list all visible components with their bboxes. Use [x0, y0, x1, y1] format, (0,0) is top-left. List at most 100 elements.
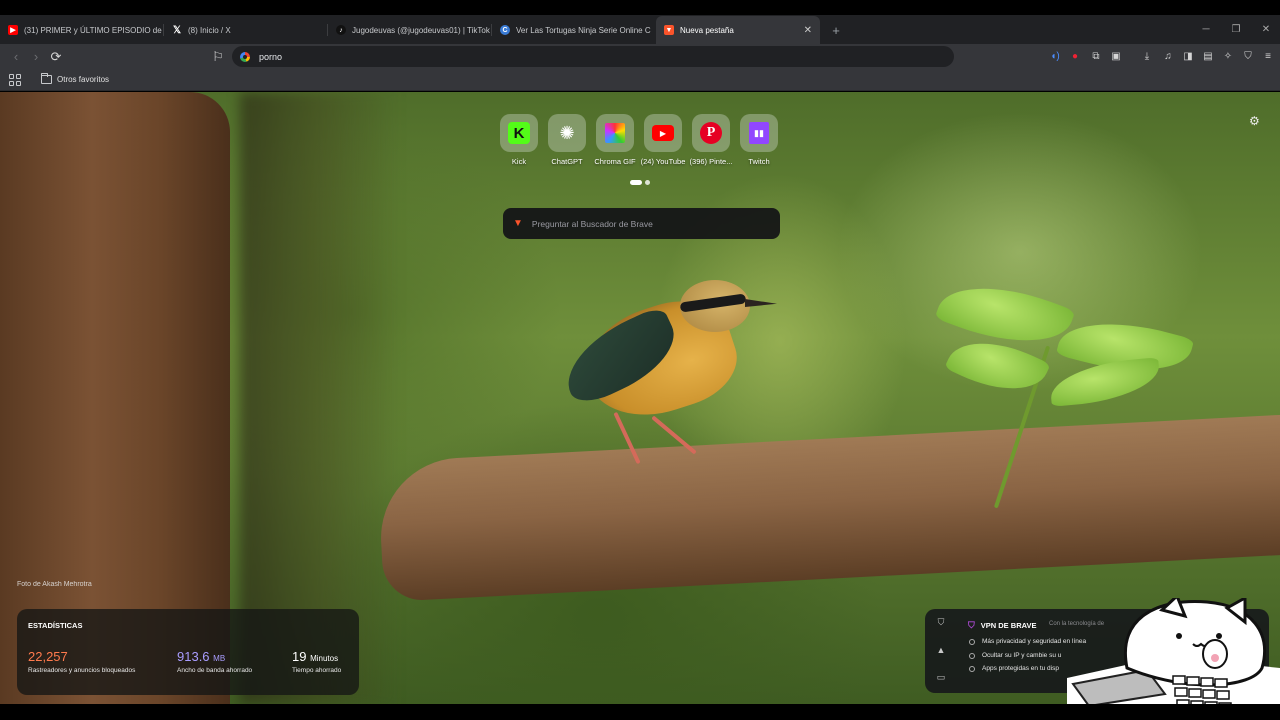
- tab-x[interactable]: 𝕏 (8) Inicio / X: [164, 16, 328, 44]
- leo-ai-icon[interactable]: ✧: [1220, 48, 1236, 64]
- bandwidth-unit: MB: [213, 654, 226, 663]
- top-site-chroma-gif[interactable]: Chroma GIF: [594, 114, 636, 166]
- address-input[interactable]: [259, 51, 859, 62]
- page-dot[interactable]: [645, 180, 650, 185]
- bird-beak: [745, 299, 777, 307]
- top-sites-pagination[interactable]: [630, 180, 650, 185]
- screen-top-border: [0, 0, 1280, 15]
- page-dot-active[interactable]: [630, 180, 642, 185]
- close-tab-icon[interactable]: ✕: [804, 25, 812, 36]
- check-icon: [969, 652, 975, 659]
- tiktok-icon: ♪: [336, 25, 346, 35]
- stat-time: 19 Minutos Tiempo ahorrado: [292, 649, 341, 674]
- search-input[interactable]: [531, 218, 762, 229]
- shields-icon[interactable]: ⛉: [1240, 48, 1256, 64]
- bookmark-icon[interactable]: ⚐: [208, 47, 228, 67]
- leaf: [1048, 357, 1162, 407]
- top-site-chatgpt[interactable]: ✺ ChatGPT: [548, 114, 586, 166]
- sidebar-icon[interactable]: ◨: [1180, 48, 1196, 64]
- twitch-icon: ▮▮: [740, 114, 778, 152]
- new-tab-button[interactable]: +: [826, 16, 846, 44]
- forward-icon[interactable]: ›: [26, 47, 46, 67]
- stat-bandwidth: 913.6 MB Ancho de banda ahorrado: [177, 649, 252, 674]
- back-icon[interactable]: ‹: [6, 47, 26, 67]
- apps-grid-icon[interactable]: [9, 73, 21, 86]
- cat-eye: [1216, 633, 1222, 639]
- tab-title: (31) PRIMER y ÚLTIMO EPISODIO de: [24, 25, 162, 35]
- youtube-icon: ▶: [644, 114, 682, 152]
- vpn-shield-icon: ⛉: [968, 620, 975, 630]
- top-sites: K Kick ✺ ChatGPT Chroma GIF ▶ (24) YouTu…: [500, 114, 778, 166]
- customize-settings-icon[interactable]: ⚙: [1249, 114, 1260, 128]
- download-icon[interactable]: ⤓: [1139, 48, 1155, 64]
- wallet-icon[interactable]: ▤: [1200, 48, 1216, 64]
- vpn-feature: Apps protegidas en tu disp: [969, 665, 1059, 672]
- audio-icon[interactable]: ◖): [1047, 48, 1063, 64]
- check-icon: [969, 638, 975, 645]
- bookmark-folder-otros-favoritos[interactable]: Otros favoritos: [41, 73, 110, 84]
- tab-title: (8) Inicio / X: [188, 25, 231, 35]
- x-icon: 𝕏: [172, 24, 182, 36]
- stats-widget: ESTADÍSTICAS 22,257 Rastreadores y anunc…: [17, 609, 359, 695]
- top-site-label: (24) YouTube: [640, 157, 686, 166]
- trackers-value: 22,257: [28, 649, 68, 664]
- triangle-icon[interactable]: ▲: [937, 645, 946, 655]
- top-site-pinterest[interactable]: P (396) Pinte...: [689, 114, 733, 166]
- youtube-icon: ▶: [8, 25, 18, 35]
- vpn-feature: Ocultar su IP y cambie su u: [969, 652, 1061, 659]
- top-site-twitch[interactable]: ▮▮ Twitch: [740, 114, 778, 166]
- maximize-icon[interactable]: ❐: [1221, 15, 1251, 43]
- reload-icon[interactable]: ⟳: [46, 47, 66, 67]
- photo-credit[interactable]: Foto de Akash Mehrotra: [17, 581, 92, 588]
- stats-title: ESTADÍSTICAS: [28, 621, 83, 630]
- extensions-icon[interactable]: ⧉: [1088, 48, 1104, 64]
- bandwidth-value: 913.6: [177, 649, 210, 664]
- brave-logo-icon: ▼: [513, 218, 523, 229]
- tab-tiktok[interactable]: ♪ Jugodeuvas (@jugodeuvas01) | TikTok: [328, 16, 492, 44]
- tab-title: Nueva pestaña: [680, 25, 734, 35]
- vpn-heading: ⛉ VPN DE BRAVE: [968, 620, 1036, 631]
- tab-tortugas[interactable]: C Ver Las Tortugas Ninja Serie Online C: [492, 16, 656, 44]
- menu-icon[interactable]: ≡: [1260, 48, 1276, 64]
- check-icon: [969, 665, 975, 672]
- extension-red-icon[interactable]: ●: [1067, 48, 1083, 64]
- screenshot-icon[interactable]: ▣: [1108, 48, 1124, 64]
- top-site-label: ChatGPT: [551, 157, 583, 166]
- kick-icon: K: [500, 114, 538, 152]
- shield-icon[interactable]: ⛉: [938, 617, 945, 628]
- address-bar[interactable]: [232, 46, 954, 67]
- tab-title: Ver Las Tortugas Ninja Serie Online C: [516, 25, 651, 35]
- stat-trackers: 22,257 Rastreadores y anuncios bloqueado…: [28, 649, 135, 674]
- vpn-feature-text: Ocultar su IP y cambie su u: [982, 652, 1062, 659]
- top-site-label: Kick: [511, 157, 527, 166]
- chatgpt-icon: ✺: [548, 114, 586, 152]
- screen-bottom-border: [0, 704, 1280, 720]
- close-window-icon[interactable]: ✕: [1251, 15, 1280, 43]
- brave-search-box[interactable]: ▼: [503, 208, 780, 239]
- cat-paw-pad: [1211, 654, 1219, 662]
- tab-nueva-pestana[interactable]: ▼ Nueva pestaña ✕: [656, 16, 820, 44]
- top-site-kick[interactable]: K Kick: [500, 114, 538, 166]
- cat-eye: [1176, 633, 1182, 639]
- time-label: Tiempo ahorrado: [292, 667, 342, 674]
- time-value: 19: [292, 649, 307, 664]
- folder-icon: [41, 73, 52, 84]
- time-unit: Minutos: [310, 654, 339, 663]
- vpn-title: VPN DE BRAVE: [980, 621, 1037, 630]
- card-icon[interactable]: ▭: [937, 672, 946, 683]
- music-icon[interactable]: ♫: [1160, 48, 1176, 64]
- top-site-youtube[interactable]: ▶ (24) YouTube: [641, 114, 685, 166]
- top-site-label: Twitch: [748, 157, 770, 166]
- minimize-icon[interactable]: ─: [1191, 15, 1221, 43]
- background-branch: [376, 411, 1280, 603]
- tab-strip: ▶ (31) PRIMER y ÚLTIMO EPISODIO de 𝕏 (8)…: [0, 15, 1280, 44]
- tab-youtube[interactable]: ▶ (31) PRIMER y ÚLTIMO EPISODIO de: [0, 16, 164, 44]
- widget-switcher: ⛉ ▲ ▭: [931, 617, 951, 683]
- brave-icon: ▼: [664, 25, 674, 35]
- tab-title: Jugodeuvas (@jugodeuvas01) | TikTok: [352, 25, 490, 35]
- top-site-label: Chroma GIF: [594, 157, 636, 166]
- trackers-label: Rastreadores y anuncios bloqueados: [28, 667, 136, 674]
- google-icon: [240, 51, 250, 62]
- top-site-label: (396) Pinte...: [689, 157, 733, 166]
- bookmark-folder-label: Otros favoritos: [57, 75, 110, 84]
